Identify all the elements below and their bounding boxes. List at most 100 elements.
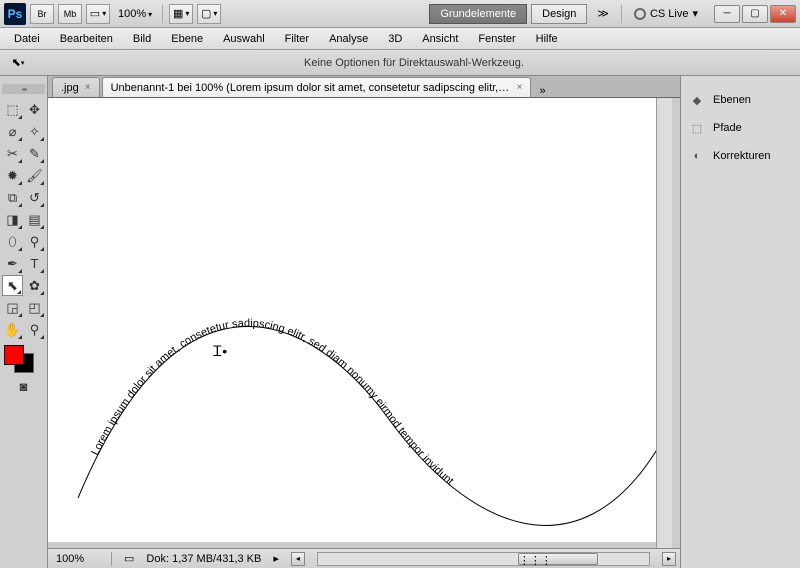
extras-dropdown[interactable]: ▭ [86, 4, 110, 24]
color-swatches[interactable] [2, 345, 40, 375]
options-text: Keine Optionen für Direktauswahl-Werkzeu… [36, 57, 792, 69]
main-area: ⬚ ✥ ⌀ ✧ ✂ ✎ ✹ 🖌 ⧉ ↺ ◨ ▤ ⬯ ⚲ ✒ T ⬉ ✿ ◲ ◰ … [0, 76, 800, 568]
hand-tool[interactable]: ✋ [2, 319, 23, 340]
zoom-tool[interactable]: ⚲ [24, 319, 45, 340]
toolbox: ⬚ ✥ ⌀ ✧ ✂ ✎ ✹ 🖌 ⧉ ↺ ◨ ▤ ⬯ ⚲ ✒ T ⬉ ✿ ◲ ◰ … [0, 76, 48, 568]
status-dok: Dok: 1,37 MB/431,3 KB [146, 553, 261, 565]
cs-live-button[interactable]: CS Live ▾ [628, 7, 704, 20]
menu-analyse[interactable]: Analyse [319, 30, 378, 48]
stamp-tool[interactable]: ⧉ [2, 187, 23, 208]
status-arrow-icon[interactable]: ▸ [273, 552, 279, 565]
wand-tool[interactable]: ✧ [24, 121, 45, 142]
status-bar: 100% ▭ Dok: 1,37 MB/431,3 KB ▸ ◂ ⋮⋮⋮ ▸ [48, 548, 680, 568]
scroll-left-button[interactable]: ◂ [291, 552, 305, 566]
menu-bar: Datei Bearbeiten Bild Ebene Auswahl Filt… [0, 28, 800, 50]
menu-datei[interactable]: Datei [4, 30, 50, 48]
zoom-dropdown[interactable]: 100% [114, 8, 156, 20]
menu-bearbeiten[interactable]: Bearbeiten [50, 30, 123, 48]
screenmode-dropdown[interactable]: ▢ [197, 4, 221, 24]
tab-label: Unbenannt-1 bei 100% (Lorem ipsum dolor … [111, 82, 511, 94]
layers-icon: ◆ [689, 92, 705, 108]
text-cursor-icon: Ꮖ• [213, 343, 227, 360]
minimize-button[interactable]: ─ [714, 5, 740, 23]
workspace-design[interactable]: Design [531, 4, 587, 24]
close-button[interactable]: ✕ [770, 5, 796, 23]
document-area: .jpg × Unbenannt-1 bei 100% (Lorem ipsum… [48, 76, 680, 568]
panel-korrekturen[interactable]: ◐ Korrekturen [685, 142, 796, 170]
chevron-down-icon: ▾ [692, 7, 698, 20]
film-icon: ▭ [124, 552, 134, 565]
current-tool-icon[interactable]: ⬉▾ [8, 53, 28, 73]
menu-ebene[interactable]: Ebene [161, 30, 213, 48]
panel-pfade[interactable]: ⬚ Pfade [685, 114, 796, 142]
window-controls: ─ ▢ ✕ [714, 5, 796, 23]
3d-camera-tool[interactable]: ◰ [24, 297, 45, 318]
status-zoom[interactable]: 100% [52, 552, 112, 566]
menu-3d[interactable]: 3D [378, 30, 412, 48]
separator [621, 5, 622, 23]
horizontal-scrollbar[interactable]: ⋮⋮⋮ [317, 552, 650, 566]
brush-tool[interactable]: 🖌 [24, 165, 45, 186]
quickmask-toggle[interactable]: ◙ [2, 376, 45, 397]
vertical-scrollbar[interactable] [656, 98, 672, 548]
menu-fenster[interactable]: Fenster [468, 30, 525, 48]
shape-tool[interactable]: ✿ [24, 275, 45, 296]
tab-2[interactable]: Unbenannt-1 bei 100% (Lorem ipsum dolor … [102, 77, 532, 97]
panel-ebenen[interactable]: ◆ Ebenen [685, 86, 796, 114]
cslive-icon [634, 8, 646, 20]
svg-text:Lorem ipsum dolor sit amet, co: Lorem ipsum dolor sit amet, consetetur s… [89, 317, 455, 487]
eraser-tool[interactable]: ◨ [2, 209, 23, 230]
lasso-tool[interactable]: ⌀ [2, 121, 23, 142]
document-tabs: .jpg × Unbenannt-1 bei 100% (Lorem ipsum… [48, 76, 680, 98]
tab-close-icon[interactable]: × [85, 82, 91, 93]
pen-tool[interactable]: ✒ [2, 253, 23, 274]
path-text-content: Lorem ipsum dolor sit amet, consetetur s… [89, 317, 455, 487]
tab-1[interactable]: .jpg × [52, 77, 100, 97]
arrange-dropdown[interactable]: ▦ [169, 4, 193, 24]
paths-icon: ⬚ [689, 120, 705, 136]
panel-label: Ebenen [713, 94, 751, 106]
eyedropper-tool[interactable]: ✎ [24, 143, 45, 164]
toolbox-collapse[interactable] [2, 84, 45, 94]
menu-bild[interactable]: Bild [123, 30, 161, 48]
crop-tool[interactable]: ✂ [2, 143, 23, 164]
workspace-grundelemente[interactable]: Grundelemente [429, 4, 527, 24]
cs-live-label: CS Live [650, 8, 689, 20]
maximize-button[interactable]: ▢ [742, 5, 768, 23]
fg-color[interactable] [4, 345, 24, 365]
blur-tool[interactable]: ⬯ [2, 231, 23, 252]
tab-label: .jpg [61, 82, 79, 94]
options-bar: ⬉▾ Keine Optionen für Direktauswahl-Werk… [0, 50, 800, 76]
tab-close-icon[interactable]: × [517, 82, 523, 93]
menu-auswahl[interactable]: Auswahl [213, 30, 275, 48]
heal-tool[interactable]: ✹ [2, 165, 23, 186]
tabs-overflow[interactable]: » [533, 85, 551, 97]
history-brush-tool[interactable]: ↺ [24, 187, 45, 208]
filmstrip-icon: ▭ [90, 7, 100, 20]
title-bar: Ps Br Mb ▭ 100% ▦ ▢ Grundelemente Design… [0, 0, 800, 28]
minibridge-button[interactable]: Mb [58, 4, 82, 24]
scroll-right-button[interactable]: ▸ [662, 552, 676, 566]
separator [162, 5, 163, 23]
screen-icon: ▢ [201, 7, 211, 20]
direct-selection-tool[interactable]: ⬉ [2, 275, 23, 296]
adjustments-icon: ◐ [689, 148, 705, 164]
marquee-tool[interactable]: ⬚ [2, 99, 23, 120]
panel-label: Pfade [713, 122, 742, 134]
menu-filter[interactable]: Filter [275, 30, 319, 48]
move-tool[interactable]: ✥ [24, 99, 45, 120]
canvas[interactable]: Lorem ipsum dolor sit amet, consetetur s… [48, 98, 656, 542]
app-icon: Ps [4, 3, 26, 25]
scroll-thumb[interactable]: ⋮⋮⋮ [518, 553, 598, 565]
menu-ansicht[interactable]: Ansicht [412, 30, 468, 48]
type-tool[interactable]: T [24, 253, 45, 274]
workspace-more[interactable]: ≫ [591, 4, 615, 23]
3d-tool[interactable]: ◲ [2, 297, 23, 318]
canvas-wrap: Lorem ipsum dolor sit amet, consetetur s… [48, 98, 680, 548]
dodge-tool[interactable]: ⚲ [24, 231, 45, 252]
text-on-path[interactable]: Lorem ipsum dolor sit amet, consetetur s… [58, 268, 656, 542]
bridge-button[interactable]: Br [30, 4, 54, 24]
gradient-tool[interactable]: ▤ [24, 209, 45, 230]
menu-hilfe[interactable]: Hilfe [526, 30, 568, 48]
right-panel: ◆ Ebenen ⬚ Pfade ◐ Korrekturen [680, 76, 800, 568]
